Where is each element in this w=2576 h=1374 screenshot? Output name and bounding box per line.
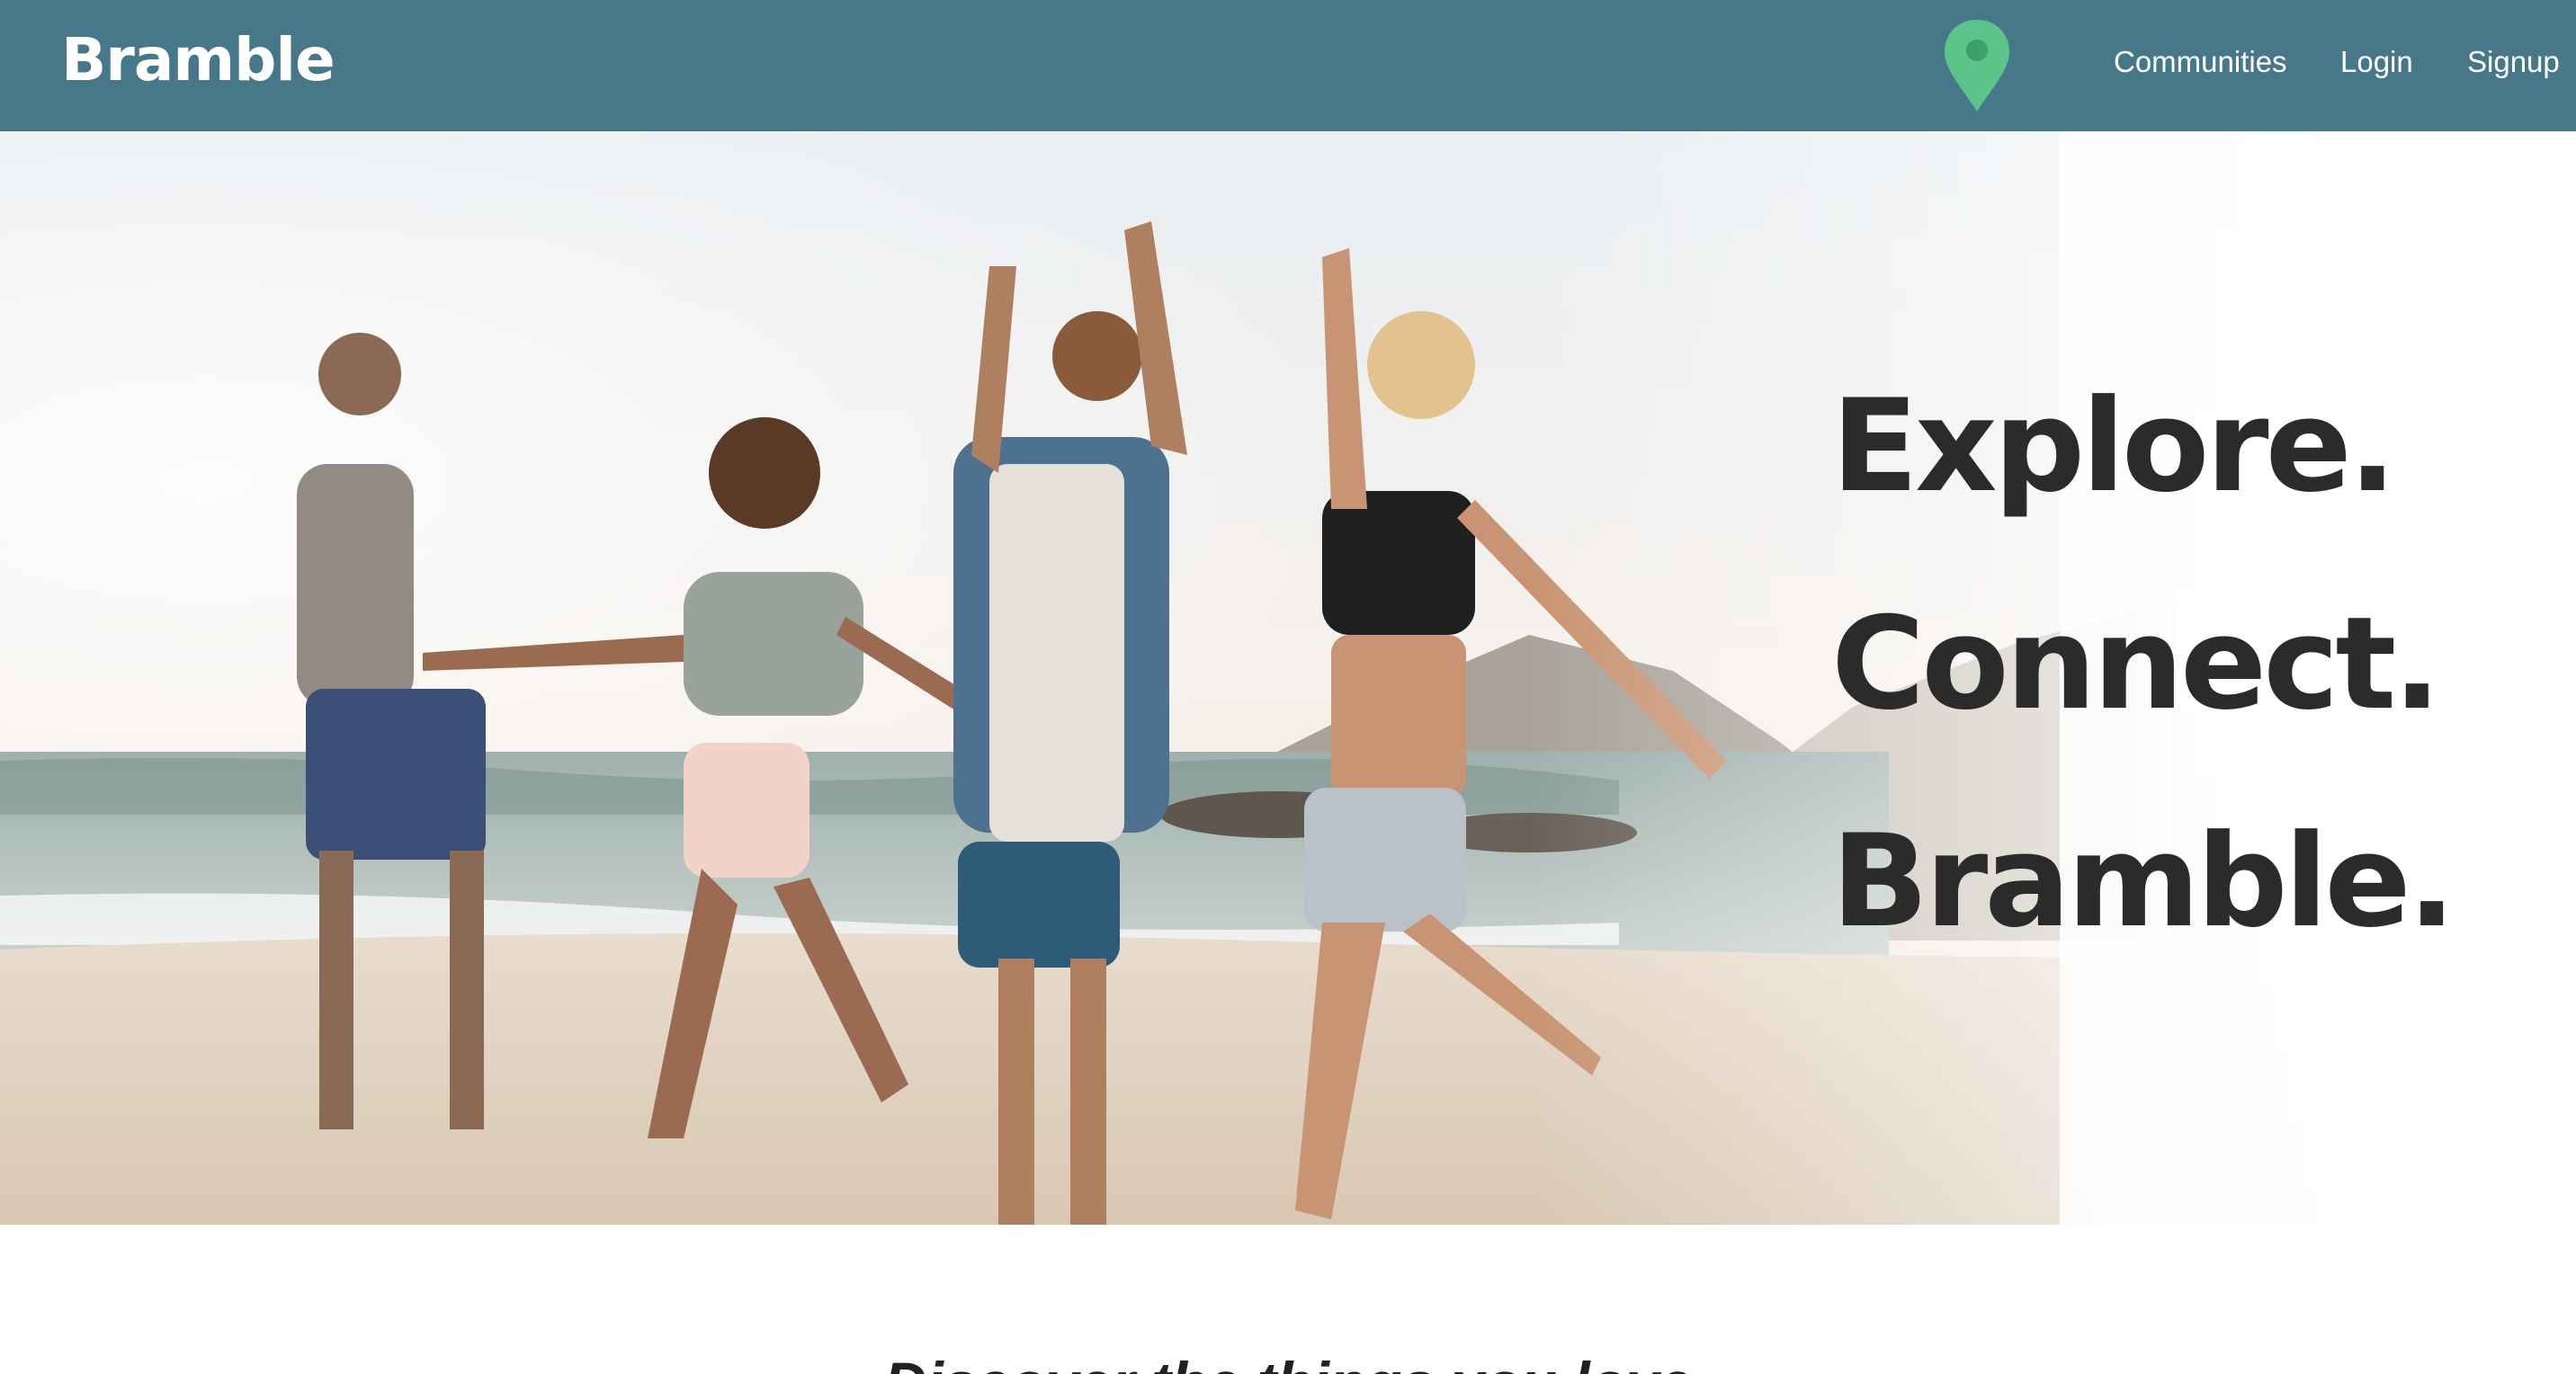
tagline-connect: Connect. [1831, 590, 2441, 738]
map-pin-icon[interactable] [1943, 18, 2011, 113]
nav-login-link[interactable]: Login [2340, 45, 2413, 79]
brand-logo-link[interactable]: Bramble [61, 25, 335, 94]
intro-subheading: Discover the things you love [0, 1349, 2576, 1374]
tagline-explore: Explore. [1831, 372, 2397, 521]
top-navbar: Bramble Communities Login Signup [0, 0, 2576, 131]
nav-signup-link[interactable]: Signup [2467, 45, 2560, 79]
nav-communities-link[interactable]: Communities [2114, 45, 2287, 79]
hero-banner: Explore. Connect. Bramble. [0, 131, 2576, 1225]
tagline-bramble: Bramble. [1831, 807, 2456, 956]
